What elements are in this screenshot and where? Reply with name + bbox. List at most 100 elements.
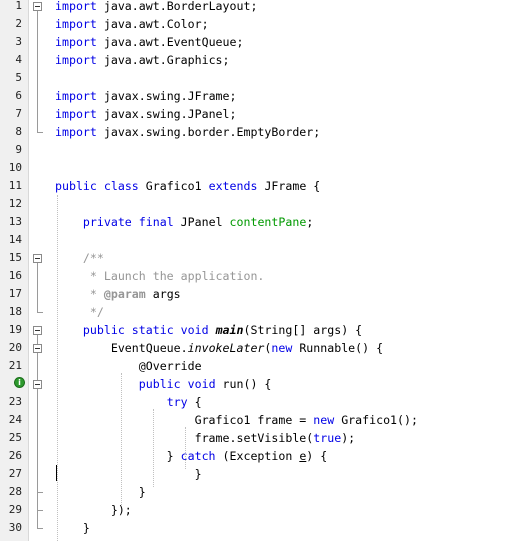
code-token: public (138, 377, 181, 391)
indent-guide (185, 427, 186, 469)
code-token: true (313, 431, 342, 445)
code-line[interactable]: } (55, 483, 146, 501)
code-line[interactable]: EventQueue.invokeLater(new Runnable() { (55, 339, 383, 357)
code-token: final (138, 215, 174, 229)
line-number: 10 (8, 161, 22, 174)
line-number: 2 (15, 17, 22, 30)
code-token: javax.swing.JPanel; (96, 107, 237, 121)
code-token: (String[] args) { (243, 323, 363, 337)
code-token: (Exception (215, 449, 300, 463)
code-token: ) { (306, 449, 328, 463)
code-line[interactable]: frame.setVisible(true); (55, 429, 356, 447)
line-number: 15 (8, 251, 22, 264)
code-token: new (313, 413, 335, 427)
code-token: java.awt.Color; (96, 17, 209, 31)
code-line[interactable]: } (55, 519, 90, 537)
line-number: 9 (15, 143, 22, 156)
fold-toggle-icon[interactable] (33, 326, 42, 335)
fold-toggle-icon[interactable] (33, 380, 42, 389)
code-token: Runnable() { (292, 341, 384, 355)
fold-range-line (37, 492, 38, 510)
code-line[interactable]: private final JPanel contentPane; (55, 213, 313, 231)
code-token: import (55, 125, 97, 139)
code-line[interactable]: */ (55, 303, 104, 321)
code-token: JFrame { (257, 179, 321, 193)
code-line[interactable]: /** (55, 249, 104, 267)
code-line[interactable]: try { (55, 393, 202, 411)
code-line[interactable]: import java.awt.Color; (55, 15, 209, 33)
code-line[interactable]: @Override (55, 357, 202, 375)
code-token: contentPane (229, 215, 307, 229)
code-token: invokeLater (187, 341, 265, 355)
code-line[interactable]: * Launch the application. (55, 267, 265, 285)
code-line[interactable]: Grafico1 frame = new Grafico1(); (55, 411, 418, 429)
code-token: java.awt.BorderLayout; (96, 0, 258, 13)
fold-toggle-icon[interactable] (33, 254, 42, 263)
code-token: * (82, 287, 104, 301)
fold-toggle-icon[interactable] (33, 2, 42, 11)
code-line[interactable]: import javax.swing.border.EmptyBorder; (55, 123, 320, 141)
code-line[interactable]: public class Grafico1 extends JFrame { (55, 177, 320, 195)
indent-guide (57, 195, 58, 541)
code-line[interactable]: } catch (Exception e) { (55, 447, 328, 465)
code-line[interactable]: import javax.swing.JPanel; (55, 105, 237, 123)
line-number: 24 (8, 413, 22, 426)
code-token: args (145, 287, 181, 301)
code-line[interactable]: } (55, 465, 202, 483)
fold-range-line (37, 389, 38, 492)
code-token: JPanel (173, 215, 230, 229)
code-token: import (55, 35, 97, 49)
code-token: ); (341, 431, 356, 445)
code-line[interactable]: import javax.swing.JFrame; (55, 87, 237, 105)
line-number: 13 (8, 215, 22, 228)
line-number: 18 (8, 305, 22, 318)
fold-range-line (37, 353, 38, 380)
code-token: java.awt.EventQueue; (96, 35, 244, 49)
text-caret (56, 465, 57, 481)
line-number: 23 (8, 395, 22, 408)
line-number: 20 (8, 341, 22, 354)
code-token: main (215, 323, 244, 337)
line-number: 4 (15, 53, 22, 66)
code-token: import (55, 17, 97, 31)
fold-toggle-icon[interactable] (33, 344, 42, 353)
code-line[interactable]: public static void main(String[] args) { (55, 321, 362, 339)
code-token: javax.swing.JFrame; (96, 89, 237, 103)
code-token: private (82, 215, 132, 229)
code-token: public (55, 179, 97, 193)
line-number: 26 (8, 449, 22, 462)
code-line[interactable]: * @param args (55, 285, 181, 303)
code-token: import (55, 89, 97, 103)
code-token: */ (82, 305, 104, 319)
line-number: 28 (8, 485, 22, 498)
code-token: } (55, 467, 202, 481)
code-token: } (55, 449, 181, 463)
code-token: Grafico1 (138, 179, 209, 193)
code-token: } (55, 485, 146, 499)
line-number: 3 (15, 35, 22, 48)
code-line[interactable]: public void run() { (55, 375, 272, 393)
code-line[interactable]: import java.awt.Graphics; (55, 51, 230, 69)
code-token: }); (55, 503, 132, 517)
line-number: 27 (8, 467, 22, 480)
line-number: 16 (8, 269, 22, 282)
fold-range-line (37, 335, 38, 344)
fold-range-line (37, 11, 38, 132)
code-line[interactable]: import java.awt.EventQueue; (55, 33, 243, 51)
code-line[interactable]: import java.awt.BorderLayout; (55, 0, 257, 15)
code-token: import (55, 53, 97, 67)
code-token: ; (306, 215, 314, 229)
line-number: 30 (8, 521, 22, 534)
override-indicator-icon[interactable]: i (14, 377, 25, 388)
line-number: 7 (15, 107, 22, 120)
